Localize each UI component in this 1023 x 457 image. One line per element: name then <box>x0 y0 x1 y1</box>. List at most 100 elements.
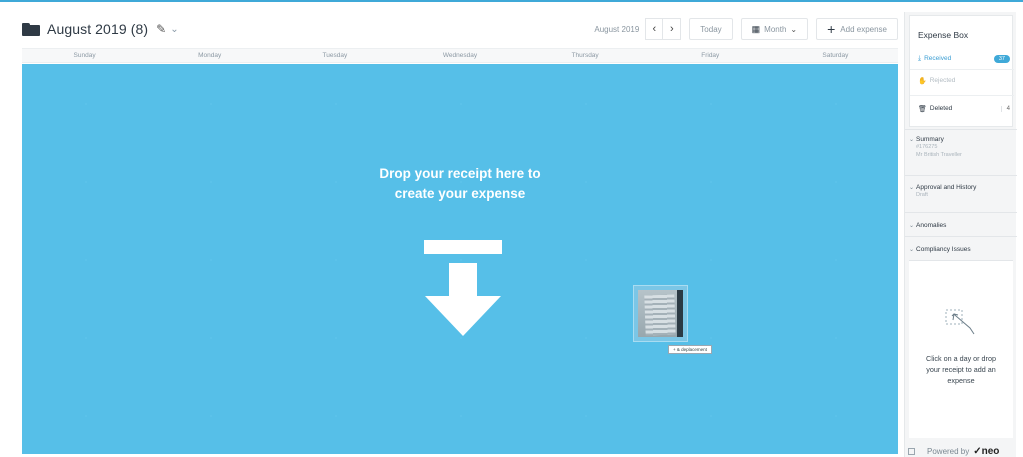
add-expense-button[interactable]: + Add expense <box>816 18 898 40</box>
empty-state-line: Click on a day or drop <box>926 354 996 363</box>
grid-dot <box>210 103 212 105</box>
drag-copy-tooltip: + & deplacement <box>668 345 712 354</box>
today-button[interactable]: Today <box>689 18 733 40</box>
deleted-count: 4 <box>1000 105 1010 112</box>
chevron-down-icon: ⌄ <box>909 185 915 191</box>
grid-dot <box>210 415 212 417</box>
compliancy-label: Compliancy Issues <box>916 246 971 253</box>
rejected-filter[interactable]: ✋ Rejected <box>918 74 1010 87</box>
grid-dot <box>585 181 587 183</box>
arrow-head <box>425 296 501 336</box>
grid-dot <box>85 337 87 339</box>
chevron-right-icon: › <box>669 23 674 35</box>
grid-dot <box>460 181 462 183</box>
divider <box>905 175 1017 176</box>
grid-dot <box>835 337 837 339</box>
current-period-label: August 2019 <box>594 24 640 34</box>
approval-label: Approval and History <box>916 184 977 191</box>
anomalies-section[interactable]: ⌄ Anomalies <box>909 222 1013 229</box>
chevron-down-icon: ⌄ <box>909 247 915 253</box>
grid-dot <box>210 259 212 261</box>
approval-status: Draft <box>916 192 928 198</box>
grid-dot <box>335 337 337 339</box>
dragged-receipt-thumbnail[interactable] <box>633 285 688 342</box>
expense-sidebar: Expense Box ⤓ Received 37 ✋ Rejected 🗑 D… <box>904 12 1017 457</box>
grid-dot <box>460 415 462 417</box>
trash-icon: 🗑 <box>918 105 927 113</box>
grid-dot <box>710 337 712 339</box>
grid-dot <box>335 181 337 183</box>
chevron-left-icon: ‹ <box>652 23 657 35</box>
drop-instructions-line: create your expense <box>394 186 526 201</box>
brand-logo: ✓neo <box>973 446 1000 457</box>
grid-dot <box>85 415 87 417</box>
next-month-button[interactable]: › <box>663 18 682 40</box>
receipt-drop-zone[interactable]: Drop your receipt here to create your ex… <box>22 64 898 454</box>
chevron-down-icon: ⌄ <box>909 223 915 229</box>
calendar-header: August 2019 (8) ✎ ⌄ August 2019 ‹ › Toda… <box>22 12 898 46</box>
summary-traveller: Mr British Traveller <box>916 152 962 158</box>
receipt-image <box>638 290 683 337</box>
weekday-label: Wednesday <box>442 52 478 59</box>
divider <box>905 129 1017 130</box>
page-title: August 2019 (8) <box>47 21 149 37</box>
arrow-bar <box>424 240 502 254</box>
received-label: Received <box>924 55 952 62</box>
empty-state-panel: Click on a day or drop your receipt to a… <box>909 260 1013 438</box>
powered-by-footer: Powered by ✓neo <box>908 446 999 457</box>
expense-app: August 2019 (8) ✎ ⌄ August 2019 ‹ › Toda… <box>0 0 1023 457</box>
divider <box>910 95 1014 96</box>
grid-dot <box>460 337 462 339</box>
view-selector[interactable]: ▦ Month ⌄ <box>740 18 809 40</box>
weekday-header: Sunday Monday Tuesday Wednesday Thursday… <box>22 48 898 63</box>
grid-dot <box>85 181 87 183</box>
grid-dot <box>710 181 712 183</box>
grid-dot <box>710 415 712 417</box>
summary-label: Summary <box>916 136 944 143</box>
grid-dot <box>85 103 87 105</box>
grid-dot <box>460 103 462 105</box>
received-filter[interactable]: ⤓ Received 37 <box>918 52 1010 65</box>
rejected-label: Rejected <box>929 77 956 84</box>
drop-instructions: Drop your receipt here to create your ex… <box>22 164 898 204</box>
weekday-label: Sunday <box>73 52 96 59</box>
expense-box-card: Expense Box ⤓ Received 37 ✋ Rejected 🗑 D… <box>909 15 1014 127</box>
summary-id: #176275 <box>916 144 938 150</box>
today-button-label: Today <box>700 24 722 34</box>
grid-dot <box>835 103 837 105</box>
divider <box>905 212 1017 213</box>
empty-state-text: Click on a day or drop your receipt to a… <box>909 353 1013 386</box>
previous-month-button[interactable]: ‹ <box>645 18 664 40</box>
approval-section[interactable]: ⌄ Approval and History Draft <box>909 184 1013 199</box>
weekday-label: Saturday <box>822 52 849 59</box>
calendar-toolbar: August 2019 ‹ › Today ▦ Month ⌄ + Add ex… <box>594 16 898 42</box>
folder-icon <box>22 22 40 36</box>
plus-icon: + <box>827 21 836 37</box>
grid-dot <box>835 181 837 183</box>
grid-dot <box>335 103 337 105</box>
arrow-stem <box>449 263 477 297</box>
expense-box-title: Expense Box <box>918 30 969 40</box>
chevron-down-icon: ⌄ <box>790 24 798 34</box>
grid-dot <box>585 337 587 339</box>
grid-dot <box>335 415 337 417</box>
inbox-icon: ⤓ <box>918 54 922 62</box>
weekday-label: Friday <box>701 52 720 59</box>
chevron-down-icon[interactable]: ⌄ <box>170 24 178 35</box>
weekday-label: Tuesday <box>322 52 348 59</box>
deleted-label: Deleted <box>929 105 953 112</box>
compliancy-section[interactable]: ⌄ Compliancy Issues <box>909 246 1013 253</box>
weekday-label: Thursday <box>571 52 599 59</box>
grid-dot <box>835 415 837 417</box>
deleted-filter[interactable]: 🗑 Deleted 4 <box>918 102 1010 115</box>
summary-section[interactable]: ⌄ Summary #176275 Mr British Traveller <box>909 136 1013 159</box>
pencil-icon[interactable]: ✎ <box>156 22 166 36</box>
grid-dot <box>460 259 462 261</box>
thumbs-down-icon: ✋ <box>918 77 927 85</box>
grid-dot <box>585 103 587 105</box>
add-expense-label: Add expense <box>840 24 887 34</box>
grid-dot <box>335 259 337 261</box>
grid-dot <box>85 259 87 261</box>
divider <box>905 236 1017 237</box>
received-count-badge: 37 <box>993 54 1010 63</box>
